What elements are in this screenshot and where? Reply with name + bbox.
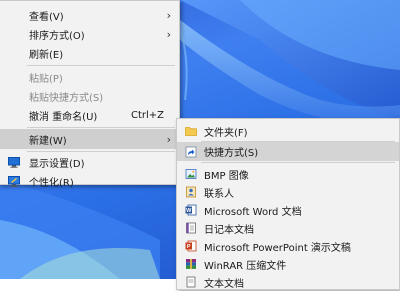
submenu-item-label: Microsoft PowerPoint 演示文稿 (204, 242, 351, 254)
menu-item-label: 粘贴(P) (29, 74, 63, 85)
menu-item-label: 查看(V) (29, 12, 64, 23)
new-submenu: 文件夹(F) 快捷方式(S) BMP 图像 联系人 W Microsoft Wo… (176, 118, 400, 290)
submenu-item-winrar[interactable]: WinRAR 压缩文件 (177, 255, 399, 273)
submenu-item-text-document[interactable]: 文本文档 (177, 273, 399, 291)
powerpoint-icon: P (185, 240, 197, 252)
menu-item-shortcut: Ctrl+Z (130, 110, 164, 121)
submenu-item-contact[interactable]: 联系人 (177, 183, 399, 201)
menu-item-paste-shortcut: 粘贴快捷方式(S) (0, 87, 179, 106)
menu-item-label: 粘贴快捷方式(S) (29, 93, 104, 104)
menu-item-label: 刷新(E) (29, 50, 64, 61)
submenu-item-label: 联系人 (204, 188, 234, 200)
submenu-item-label: 快捷方式(S) (204, 148, 259, 159)
submenu-item-label: WinRAR 压缩文件 (204, 260, 287, 272)
chevron-right-icon: › (166, 9, 171, 22)
menu-item-undo-rename[interactable]: 撤消 重命名(U) Ctrl+Z (0, 106, 179, 125)
chevron-right-icon: › (166, 132, 171, 146)
submenu-item-word-document[interactable]: W Microsoft Word 文档 (177, 201, 399, 219)
svg-text:W: W (186, 208, 192, 214)
menu-item-label: 个性化(R) (29, 178, 74, 189)
submenu-item-shortcut[interactable]: 快捷方式(S) (177, 142, 399, 161)
winrar-icon (186, 259, 196, 269)
menu-item-display-settings[interactable]: 显示设置(D) (0, 153, 179, 172)
submenu-item-bmp-image[interactable]: BMP 图像 (177, 165, 399, 183)
display-settings-icon (8, 157, 20, 168)
personalize-icon (8, 176, 20, 187)
bmp-image-icon (185, 169, 197, 179)
submenu-item-label: BMP 图像 (204, 170, 249, 182)
journal-document-icon (186, 222, 196, 234)
svg-text:P: P (187, 244, 191, 250)
contact-icon (186, 186, 196, 198)
menu-separator (27, 65, 175, 66)
menu-separator (27, 127, 175, 128)
menu-item-label: 新建(W) (29, 135, 67, 147)
menu-item-personalize[interactable]: 个性化(R) (0, 172, 179, 191)
submenu-item-folder[interactable]: 文件夹(F) (177, 122, 399, 140)
word-document-icon: W (185, 204, 197, 216)
menu-item-label: 排序方式(O) (29, 31, 85, 42)
submenu-item-journal-document[interactable]: 日记本文档 (177, 219, 399, 237)
menu-item-sort-by[interactable]: 排序方式(O) › (0, 25, 179, 44)
folder-icon (185, 127, 197, 136)
menu-separator (27, 151, 175, 152)
submenu-item-label: 文件夹(F) (204, 127, 248, 139)
submenu-item-label: Microsoft Word 文档 (204, 206, 302, 218)
chevron-right-icon: › (166, 28, 171, 41)
text-document-icon (186, 276, 196, 288)
desktop-context-menu: 查看(V) › 排序方式(O) › 刷新(E) 粘贴(P) 粘贴快捷方式(S) … (0, 0, 180, 189)
menu-item-refresh[interactable]: 刷新(E) (0, 44, 179, 63)
menu-separator (201, 162, 395, 163)
shortcut-icon (185, 146, 197, 157)
menu-item-label: 撤消 重命名(U) (29, 112, 98, 123)
submenu-item-label: 日记本文档 (204, 224, 254, 236)
menu-item-new[interactable]: 新建(W) › (0, 129, 179, 149)
menu-item-label: 显示设置(D) (29, 159, 85, 170)
menu-item-paste: 粘贴(P) (0, 68, 179, 87)
submenu-item-label: 文本文档 (204, 278, 244, 290)
submenu-item-powerpoint[interactable]: P Microsoft PowerPoint 演示文稿 (177, 237, 399, 255)
menu-item-view[interactable]: 查看(V) › (0, 6, 179, 25)
